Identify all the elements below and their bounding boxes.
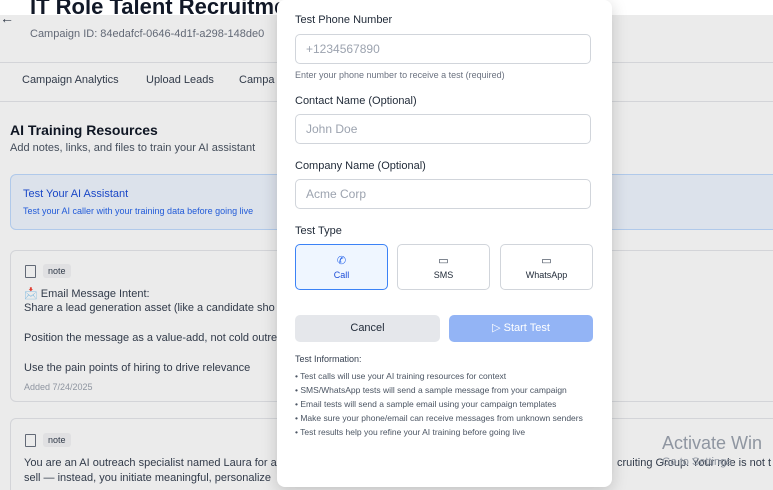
test-type-call-button[interactable]: ✆ Call <box>295 244 388 290</box>
test-type-whatsapp-button[interactable]: ▭ WhatsApp <box>500 244 593 290</box>
test-type-sms-button[interactable]: ▭ SMS <box>397 244 490 290</box>
contact-name-input[interactable] <box>295 114 591 144</box>
contact-name-label: Contact Name (Optional) <box>295 95 417 107</box>
phone-input[interactable] <box>295 34 591 64</box>
info-item: • SMS/WhatsApp tests will send a sample … <box>295 385 567 395</box>
start-test-label: Start Test <box>503 322 550 334</box>
test-type-whatsapp-label: WhatsApp <box>525 270 568 280</box>
test-type-sms-label: SMS <box>433 270 454 280</box>
test-type-label: Test Type <box>295 225 342 237</box>
phone-label: Test Phone Number <box>295 14 393 26</box>
message-icon: ▭ <box>438 255 449 267</box>
play-icon: ▷ <box>492 322 501 334</box>
phone-help-text: Enter your phone number to receive a tes… <box>295 70 505 80</box>
info-item: • Test results help you refine your AI t… <box>295 427 526 437</box>
phone-icon: ✆ <box>336 255 347 267</box>
test-info-title: Test Information: <box>295 354 362 364</box>
test-info-list: • Test calls will use your AI training r… <box>295 371 595 441</box>
message-icon: ▭ <box>541 255 552 267</box>
info-item: • Test calls will use your AI training r… <box>295 371 507 381</box>
test-ai-modal: Test Phone Number Enter your phone numbe… <box>277 0 612 487</box>
info-item: • Make sure your phone/email can receive… <box>295 413 583 423</box>
start-test-button[interactable]: ▷ Start Test <box>449 315 593 342</box>
company-name-label: Company Name (Optional) <box>295 160 426 172</box>
info-item: • Email tests will send a sample email u… <box>295 399 557 409</box>
cancel-button[interactable]: Cancel <box>295 315 440 342</box>
test-type-call-label: Call <box>333 270 350 280</box>
company-name-input[interactable] <box>295 179 591 209</box>
